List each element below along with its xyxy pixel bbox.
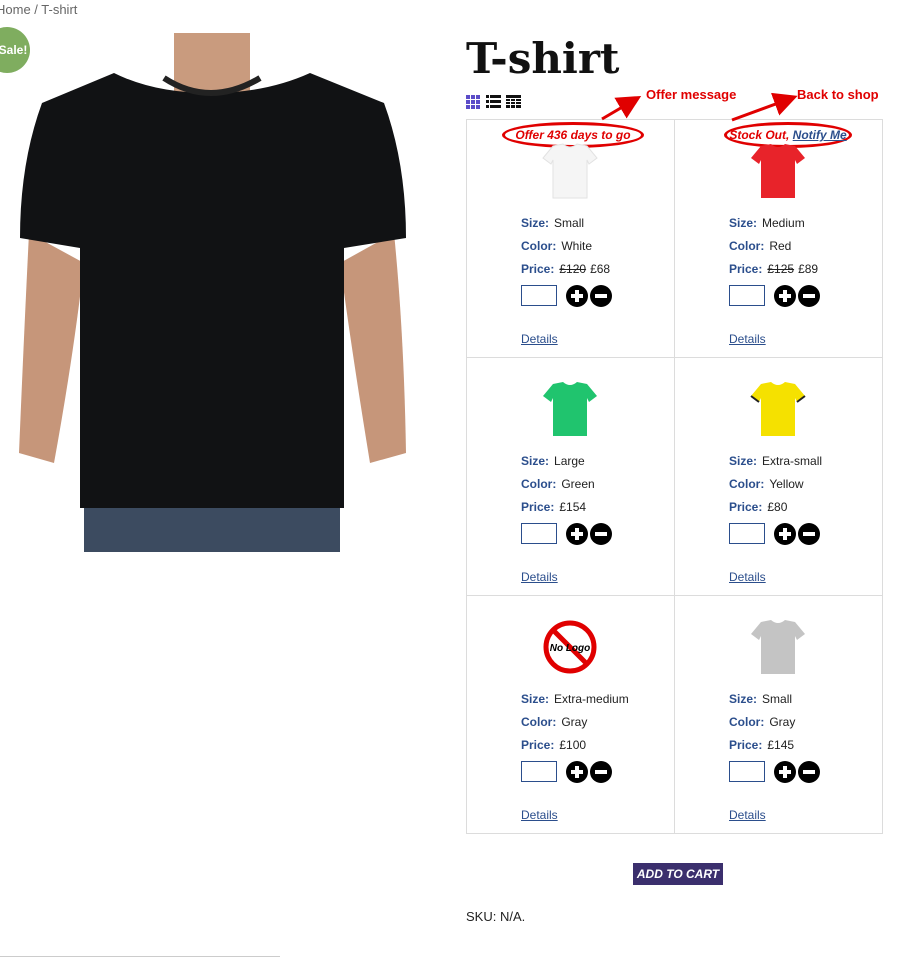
plus-icon[interactable]	[566, 285, 588, 307]
variation-color: White	[561, 239, 593, 253]
annotation-arrows	[601, 92, 798, 122]
minus-icon[interactable]	[798, 285, 820, 307]
variation-color: Gray	[561, 715, 588, 729]
variation-price: £80	[767, 500, 788, 514]
variation-color: Yellow	[769, 477, 804, 491]
sku-text: SKU: N/A.	[466, 909, 526, 924]
quantity-input[interactable]	[729, 285, 765, 306]
variation-size: Large	[554, 454, 585, 468]
minus-icon[interactable]	[590, 523, 612, 545]
plus-icon[interactable]	[566, 523, 588, 545]
plus-icon[interactable]	[774, 761, 796, 783]
details-link[interactable]: Details	[521, 570, 558, 584]
variation-thumbnail-yellow-tshirt[interactable]	[747, 380, 809, 438]
variation-price: £145	[767, 738, 795, 752]
variation-color: Green	[561, 477, 595, 491]
variation-size: Extra-small	[762, 454, 823, 468]
quantity-input[interactable]	[521, 523, 557, 544]
variation-card: Size: Large Color: Green Price: £154 Detail…	[467, 358, 675, 596]
variation-price: £154	[559, 500, 587, 514]
variation-card: Size: Extra-small Color: Yellow Price: £80 …	[675, 358, 883, 596]
variation-thumbnail-gray-tshirt[interactable]	[747, 618, 809, 676]
old-price: £120	[559, 262, 587, 276]
variation-size: Medium	[762, 216, 805, 230]
minus-icon[interactable]	[798, 761, 820, 783]
variation-size: Small	[554, 216, 585, 230]
minus-icon[interactable]	[590, 761, 612, 783]
details-link[interactable]: Details	[729, 332, 766, 346]
details-link[interactable]: Details	[729, 570, 766, 584]
variation-price: £89	[798, 262, 819, 276]
variation-grid: Offer 436 days to go Size: Small Color: Wh…	[466, 119, 883, 834]
variation-price: £68	[590, 262, 611, 276]
quantity-input[interactable]	[729, 761, 765, 782]
variation-price: £100	[559, 738, 587, 752]
variation-size: Small	[762, 692, 793, 706]
details-link[interactable]: Details	[521, 332, 558, 346]
variation-thumbnail-green-tshirt[interactable]	[539, 380, 601, 438]
variation-card: Size: Small Color: Gray Price: £145 Details	[675, 596, 883, 834]
variation-color: Gray	[769, 715, 796, 729]
minus-icon[interactable]	[590, 285, 612, 307]
details-link[interactable]: Details	[521, 808, 558, 822]
quantity-input[interactable]	[729, 523, 765, 544]
old-price: £125	[767, 262, 795, 276]
offer-message-annotation: Offer message	[646, 87, 737, 102]
no-logo-icon[interactable]: No Logo	[539, 618, 601, 676]
plus-icon[interactable]	[566, 761, 588, 783]
details-link[interactable]: Details	[729, 808, 766, 822]
add-to-cart-button[interactable]: ADD TO CART	[633, 863, 723, 885]
plus-icon[interactable]	[774, 285, 796, 307]
variation-color: Red	[769, 239, 792, 253]
variation-card: No Logo Size: Extra-medium Color: Gray Pri…	[467, 596, 675, 834]
divider	[0, 956, 280, 957]
quantity-input[interactable]	[521, 285, 557, 306]
variation-size: Extra-medium	[554, 692, 629, 706]
plus-icon[interactable]	[774, 523, 796, 545]
minus-icon[interactable]	[798, 523, 820, 545]
quantity-input[interactable]	[521, 761, 557, 782]
no-logo-text: No Logo	[550, 643, 591, 654]
back-to-shop-annotation: Back to shop	[797, 87, 879, 102]
